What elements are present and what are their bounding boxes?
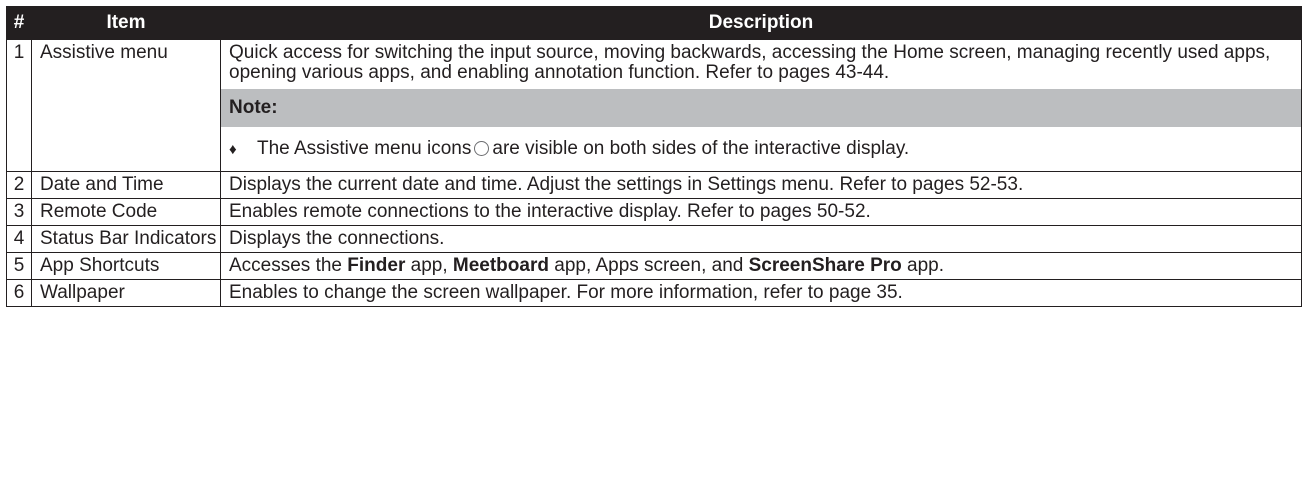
table-body: 1 Assistive menu Quick access for switch…	[6, 39, 1302, 307]
row-item: App Shortcuts	[31, 252, 221, 280]
row-number: 5	[6, 252, 32, 280]
note-text-before: The Assistive menu icons	[257, 138, 472, 159]
row-item: Wallpaper	[31, 279, 221, 307]
screenshare-pro-app-name: ScreenShare Pro	[748, 255, 902, 276]
diamond-bullet-icon: ♦	[229, 141, 237, 158]
row-item: Date and Time	[31, 171, 221, 199]
header-num: #	[6, 6, 32, 40]
table-row: 3 Remote Code Enables remote connections…	[6, 198, 1302, 226]
row-description: Enables to change the screen wallpaper. …	[220, 279, 1302, 307]
desc-part: app, Apps screen, and	[548, 255, 749, 276]
desc-part: app.	[901, 255, 945, 276]
row-number: 6	[6, 279, 32, 307]
description-table: # Item Description 1 Assistive menu Quic…	[6, 6, 1302, 307]
table-row: 5 App Shortcuts Accesses the Finder app,…	[6, 252, 1302, 280]
header-description: Description	[220, 6, 1302, 40]
row-description: Displays the connections.	[220, 225, 1302, 253]
finder-app-name: Finder	[347, 255, 406, 276]
table-row: 4 Status Bar Indicators Displays the con…	[6, 225, 1302, 253]
row-item: Status Bar Indicators	[31, 225, 221, 253]
row-description: Displays the current date and time. Adju…	[220, 171, 1302, 199]
row-description: Enables remote connections to the intera…	[220, 198, 1302, 226]
row-number: 3	[6, 198, 32, 226]
row-number: 2	[6, 171, 32, 199]
desc-part: Accesses the	[229, 255, 348, 276]
circle-icon	[474, 141, 490, 156]
table-row: 1 Assistive menu Quick access for switch…	[6, 39, 1302, 172]
table-header: # Item Description	[6, 6, 1302, 40]
note-line: ♦ The Assistive menu icons are visible on …	[221, 127, 1301, 171]
row-number: 1	[6, 39, 32, 172]
meetboard-app-name: Meetboard	[452, 255, 549, 276]
description-text: Quick access for switching the input sou…	[229, 42, 1271, 83]
table-row: 2 Date and Time Displays the current dat…	[6, 171, 1302, 199]
table-row: 6 Wallpaper Enables to change the screen…	[6, 279, 1302, 307]
desc-part: app,	[405, 255, 453, 276]
row-number: 4	[6, 225, 32, 253]
header-row: # Item Description	[6, 6, 1302, 40]
row-description: Quick access for switching the input sou…	[220, 39, 1302, 172]
row-item: Assistive menu	[31, 39, 221, 172]
note-label: Note:	[221, 89, 1301, 127]
note-text-after: are visible on both sides of the interac…	[492, 138, 910, 159]
header-item: Item	[31, 6, 221, 40]
row-item: Remote Code	[31, 198, 221, 226]
row-description: Accesses the Finder app, Meetboard app, …	[220, 252, 1302, 280]
